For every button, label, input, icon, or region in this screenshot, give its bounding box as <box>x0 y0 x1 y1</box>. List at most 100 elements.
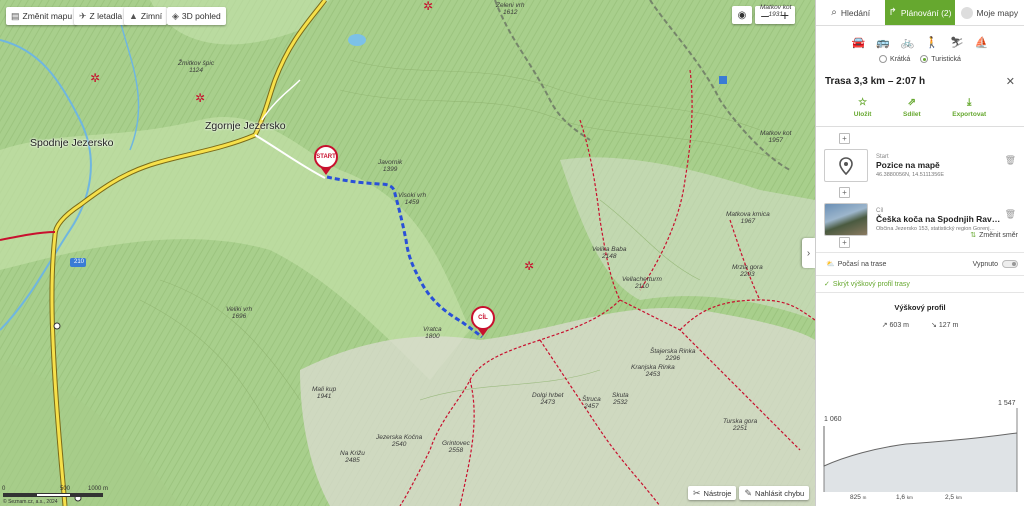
tab-planning[interactable]: ↱ Plánování (2) <box>885 0 955 25</box>
side-panel: ⌕ Hledání ↱ Plánování (2) Moje mapy 🚘 🚌 … <box>815 0 1024 506</box>
transport-modes: 🚘 🚌 🚲 🚶 ⛷ ⛵ <box>816 26 1024 55</box>
panel-tabs: ⌕ Hledání ↱ Plánování (2) Moje mapy <box>816 0 1024 26</box>
bus-icon[interactable]: 🚌 <box>876 36 890 49</box>
map[interactable]: ✲ ✲ ✲ ✲ ▤ Změnit mapu ✈ Z letadla ▲ Zimn… <box>0 0 815 506</box>
trash-icon[interactable]: 🗑 <box>1005 209 1016 220</box>
descent-icon: ↘ <box>931 322 937 329</box>
start-marker[interactable]: START <box>314 145 338 175</box>
peak-name: Veliki vrh <box>226 306 253 313</box>
copyright: © Seznam.cz, a.s., 2024 <box>3 499 58 505</box>
ski-icon[interactable]: ⛷ <box>950 36 964 49</box>
peak-name: Vratca <box>423 326 442 333</box>
tab-search[interactable]: ⌕ Hledání <box>816 0 885 25</box>
peak-label: Štruca 2457 <box>582 396 601 410</box>
peak-elevation: 1931 <box>768 11 783 19</box>
peak-elevation: 2251 <box>732 425 748 433</box>
export-button[interactable]: ⤓ Exportovat <box>952 97 986 118</box>
road-number: 210 <box>73 259 84 265</box>
peak-elevation: 1967 <box>740 218 756 226</box>
collapse-panel-button[interactable]: › <box>802 238 815 268</box>
winter-button[interactable]: ▲ Zimní <box>124 7 168 25</box>
locate-button[interactable]: ◉ <box>732 6 752 24</box>
peak-elevation: 1399 <box>382 166 398 174</box>
stop-start[interactable]: Start Pozice na mapě 46.3880056N, 14.511… <box>816 149 1024 182</box>
peak-name: Zeleni vrh <box>496 2 525 9</box>
elevation-profile-chart <box>823 408 1018 492</box>
tools-button[interactable]: ✂ Nástroje <box>688 486 737 500</box>
peak-name: Mrzla gora <box>732 264 763 271</box>
weather-row: ⛅ Počasí na trase Vypnuto <box>816 253 1024 275</box>
hide-profile-link[interactable]: ✓ Skrýt výškový profil trasy <box>816 276 1024 292</box>
bike-icon[interactable]: 🚲 <box>901 36 915 49</box>
svg-text:✲: ✲ <box>423 0 433 13</box>
peak-label: Vratca 1800 <box>423 326 442 340</box>
peak-label: Vellacherturm 2110 <box>622 276 662 290</box>
peak-label: Matkov kot 1957 <box>760 130 791 144</box>
peak-name: Vellacherturm <box>622 276 662 283</box>
cube-icon: ◈ <box>172 10 179 21</box>
profile-title: Výškový profil <box>894 303 946 312</box>
peak-label: Matkov kot 1931 <box>760 4 791 18</box>
scale-label-mid: 500 <box>60 486 71 492</box>
tab-my-maps[interactable]: Moje mapy <box>955 0 1024 25</box>
peak-name: Skuta <box>612 392 629 399</box>
chevron-right-icon: › <box>806 247 811 259</box>
peak-elevation: 2296 <box>665 355 680 363</box>
end-marker[interactable]: CÍL <box>471 306 495 336</box>
pencil-icon: ✎ <box>744 487 753 498</box>
route-type-options: Krátká Turistická <box>816 55 1024 63</box>
car-icon[interactable]: 🚘 <box>851 36 865 49</box>
peak-label: Žmitkov špic 1124 <box>178 60 214 74</box>
peak-elevation: 2453 <box>645 371 661 379</box>
peak-name: Dolgi hrbet <box>532 392 564 399</box>
peak-name: Matkova krnica <box>726 211 770 218</box>
end-marker-label: CÍL <box>471 306 495 330</box>
peak-label: Dolgi hrbet 2473 <box>532 392 563 406</box>
check-icon: ✓ <box>824 281 830 288</box>
peak-elevation: 1941 <box>316 393 332 401</box>
route-option-tourist[interactable]: Turistická <box>920 55 961 63</box>
peak-label: Kranjska Rinka 2453 <box>631 364 675 378</box>
profile-x-label: 1,6 km <box>896 494 913 501</box>
add-stop-button[interactable]: + <box>839 237 850 248</box>
toggle-switch[interactable] <box>1002 260 1018 268</box>
add-stop-button[interactable]: + <box>839 187 850 198</box>
route-title: Trasa 3,3 km – 2:07 h <box>825 75 926 87</box>
weather-icon: ⛅ <box>826 261 835 268</box>
close-icon[interactable]: ✕ <box>1006 75 1015 88</box>
tools-icon: ✂ <box>693 487 701 498</box>
trash-icon[interactable]: 🗑 <box>1005 155 1016 166</box>
aerial-button[interactable]: ✈ Z letadla <box>74 7 128 25</box>
peak-elevation: 2110 <box>634 283 649 291</box>
3d-view-button[interactable]: ◈ 3D pohled <box>167 7 226 25</box>
peak-name: Štajerska Rinka <box>650 348 696 355</box>
peak-label: Javornik 1399 <box>378 159 402 173</box>
peak-label: Velika Baba 2148 <box>592 246 626 260</box>
peak-label: Štajerska Rinka 2296 <box>650 348 696 362</box>
share-button[interactable]: ⇗ Sdílet <box>903 97 921 118</box>
hiking-icon[interactable]: 🚶 <box>925 36 939 49</box>
peak-name: Javornik <box>378 159 403 166</box>
peak-name: Grintovec <box>442 440 470 447</box>
peak-elevation: 2473 <box>540 399 555 407</box>
stop-end[interactable]: Cíl Češka koča na Spodnjih Rav… Občina J… <box>816 203 1024 236</box>
scale-label-left: 0 <box>2 486 6 492</box>
change-map-button[interactable]: ▤ Změnit mapu <box>6 7 78 25</box>
mountain-icon: ▲ <box>129 11 138 21</box>
star-icon: ☆ <box>858 97 868 108</box>
save-button[interactable]: ☆ Uložit <box>854 97 872 118</box>
route-stops: + Start Pozice na mapě 46.3880056N, 14.5… <box>816 127 1024 252</box>
stop-name: Pozice na mapě <box>876 159 940 170</box>
peak-label: Matkova krnica 1967 <box>726 211 770 225</box>
add-stop-button[interactable]: + <box>839 133 850 144</box>
boat-icon[interactable]: ⛵ <box>975 36 989 49</box>
peak-label: Na Križu 2485 <box>340 450 365 464</box>
peak-elevation: 2203 <box>740 271 755 279</box>
peak-elevation: 1696 <box>231 313 247 321</box>
peak-label: Turska gora 2251 <box>723 418 757 432</box>
peak-elevation: 2558 <box>448 447 464 455</box>
weather-toggle[interactable]: Vypnuto <box>973 260 1018 268</box>
report-error-button[interactable]: ✎ Nahlásit chybu <box>739 486 810 500</box>
peak-elevation: 2532 <box>613 399 628 407</box>
route-option-shortest[interactable]: Krátká <box>879 55 910 63</box>
